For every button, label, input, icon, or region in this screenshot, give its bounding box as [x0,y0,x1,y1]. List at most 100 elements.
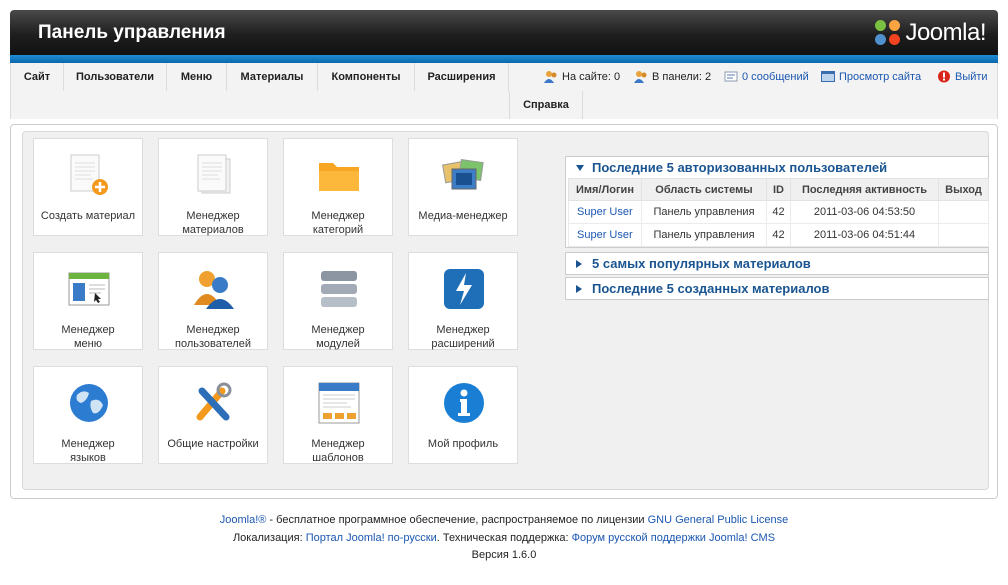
footer-forum-link[interactable]: Форум русской поддержки Joomla! CMS [572,532,775,544]
joomla-logo-icon [875,20,901,46]
logged-users-toggle[interactable]: Последние 5 авторизованных пользователей [566,157,988,178]
menu-users[interactable]: Пользователи [64,63,167,91]
module-manager-icon [321,271,357,307]
quickicon-label: Менеджер модулей [311,324,365,350]
footer-version: Версия 1.6.0 [471,549,537,561]
article-manager-icon [197,154,231,194]
cell-user[interactable]: Super User [568,223,642,247]
footer-text: Локализация: [232,532,306,544]
template-manager-icon [318,382,360,424]
messages-icon [724,71,738,82]
quickicon-category-manager[interactable]: Менеджер категорий [283,138,393,236]
header-strip [10,55,998,63]
col-id[interactable]: ID [766,178,791,201]
quickicon-label: Общие настройки [167,438,259,450]
footer-joomla-link[interactable]: Joomla!® [220,514,267,526]
new-article-icon [70,154,108,195]
logged-users-panel: Последние 5 авторизованных пользователей… [565,156,989,248]
main-menu-bar: Сайт Пользователи Меню Материалы Компоне… [10,63,998,119]
quickicon-global-settings[interactable]: Общие настройки [158,366,268,464]
footer-gpl-link[interactable]: GNU General Public License [648,514,789,526]
status-on-site: На сайте: 0 [544,70,620,83]
quickicon-label: Мой профиль [427,438,499,450]
admins-online-icon [634,71,647,83]
menu-extensions[interactable]: Расширения [415,63,509,91]
quickicon-label: Менеджер материалов [182,210,244,236]
col-name[interactable]: Имя/Логин [568,178,642,201]
quickicon-label: Менеджер языков [61,438,115,464]
menu-manager-icon [68,272,110,306]
cell-activity: 2011-03-06 04:53:50 [790,200,939,224]
latest-articles-toggle[interactable]: Последние 5 созданных материалов [566,278,988,299]
cell-logout [938,200,989,224]
menu-content[interactable]: Материалы [227,63,318,91]
quickicon-label: Менеджер категорий [311,210,365,236]
page-title: Панель управления [38,22,226,43]
menu-site[interactable]: Сайт [11,63,64,91]
menu-menus[interactable]: Меню [167,63,227,91]
cell-id: 42 [766,223,791,247]
collapsed-arrow-icon [576,285,582,293]
cell-id: 42 [766,200,791,224]
info-profile-icon [444,383,484,423]
quickicon-my-profile[interactable]: Мой профиль [408,366,518,464]
quickicon-label: Менеджер меню [61,324,115,350]
extension-manager-icon [444,269,484,309]
status-preview-site[interactable]: Просмотр сайта [821,70,921,83]
status-in-panel: В панели: 2 [634,70,711,83]
quickicon-label: Менеджер пользователей [175,324,251,350]
logged-users-table: Имя/Логин Область системы ID Последняя а… [568,178,989,247]
quickicon-label: Менеджер шаблонов [311,438,365,464]
category-folder-icon [319,163,359,191]
cell-area: Панель управления [641,223,767,247]
control-panel-frame: Создать материал Менеджер материалов Мен… [10,124,998,499]
col-activity[interactable]: Последняя активность [790,178,939,201]
quickicon-menu-manager[interactable]: Менеджер меню [33,252,143,350]
cell-user[interactable]: Super User [568,200,642,224]
table-row: Super User Панель управления 42 2011-03-… [568,200,989,224]
control-panel-body: Создать материал Менеджер материалов Мен… [22,131,989,490]
preview-site-icon [821,71,835,82]
footer-portal-link[interactable]: Портал Joomla! по-русски [306,532,437,544]
collapsed-arrow-icon [576,260,582,268]
menu-components[interactable]: Компоненты [318,63,415,91]
footer-localization-line: Локализация: Портал Joomla! по-русски. Т… [0,532,1008,544]
joomla-logo[interactable]: Joomla! [875,18,986,48]
quickicon-new-article[interactable]: Создать материал [33,138,143,236]
footer-text: - бесплатное программное обеспечение, ра… [266,514,648,526]
quickicon-module-manager[interactable]: Менеджер модулей [283,252,393,350]
latest-articles-panel: Последние 5 созданных материалов [565,277,989,300]
table-header-row: Имя/Логин Область системы ID Последняя а… [568,178,989,201]
quickicon-label: Создать материал [40,210,136,222]
settings-tools-icon [196,382,232,421]
popular-articles-panel: 5 самых популярных материалов [565,252,989,275]
header-bar: Панель управления Joomla! [10,10,998,55]
quickicon-extension-manager[interactable]: Менеджер расширений [408,252,518,350]
col-area[interactable]: Область системы [641,178,767,201]
col-logout[interactable]: Выход [938,178,989,201]
popular-articles-toggle[interactable]: 5 самых популярных материалов [566,253,988,274]
menu-help[interactable]: Справка [509,91,583,119]
cell-area: Панель управления [641,200,767,224]
table-row: Super User Панель управления 42 2011-03-… [568,223,989,247]
quickicon-label: Менеджер расширений [431,324,495,350]
quickicon-article-manager[interactable]: Менеджер материалов [158,138,268,236]
quickicon-language-manager[interactable]: Менеджер языков [33,366,143,464]
media-manager-icon [442,158,484,190]
language-globe-icon [70,384,108,422]
logo-text: Joomla! [905,19,986,46]
footer-license-line: Joomla!® - бесплатное программное обеспе… [0,514,1008,526]
user-manager-icon [194,271,234,309]
quickicon-user-manager[interactable]: Менеджер пользователей [158,252,268,350]
cell-activity: 2011-03-06 04:51:44 [790,223,939,247]
expanded-arrow-icon [576,165,584,171]
quickicon-media-manager[interactable]: Медиа-менеджер [408,138,518,236]
quickicon-label: Медиа-менеджер [418,210,508,222]
cell-logout [938,223,989,247]
logout-icon [938,70,950,83]
status-logout[interactable]: Выйти [937,70,988,83]
quickicon-template-manager[interactable]: Менеджер шаблонов [283,366,393,464]
users-online-icon [544,71,557,83]
footer-text: . Техническая поддержка: [436,532,572,544]
status-messages[interactable]: 0 сообщений [724,70,809,83]
